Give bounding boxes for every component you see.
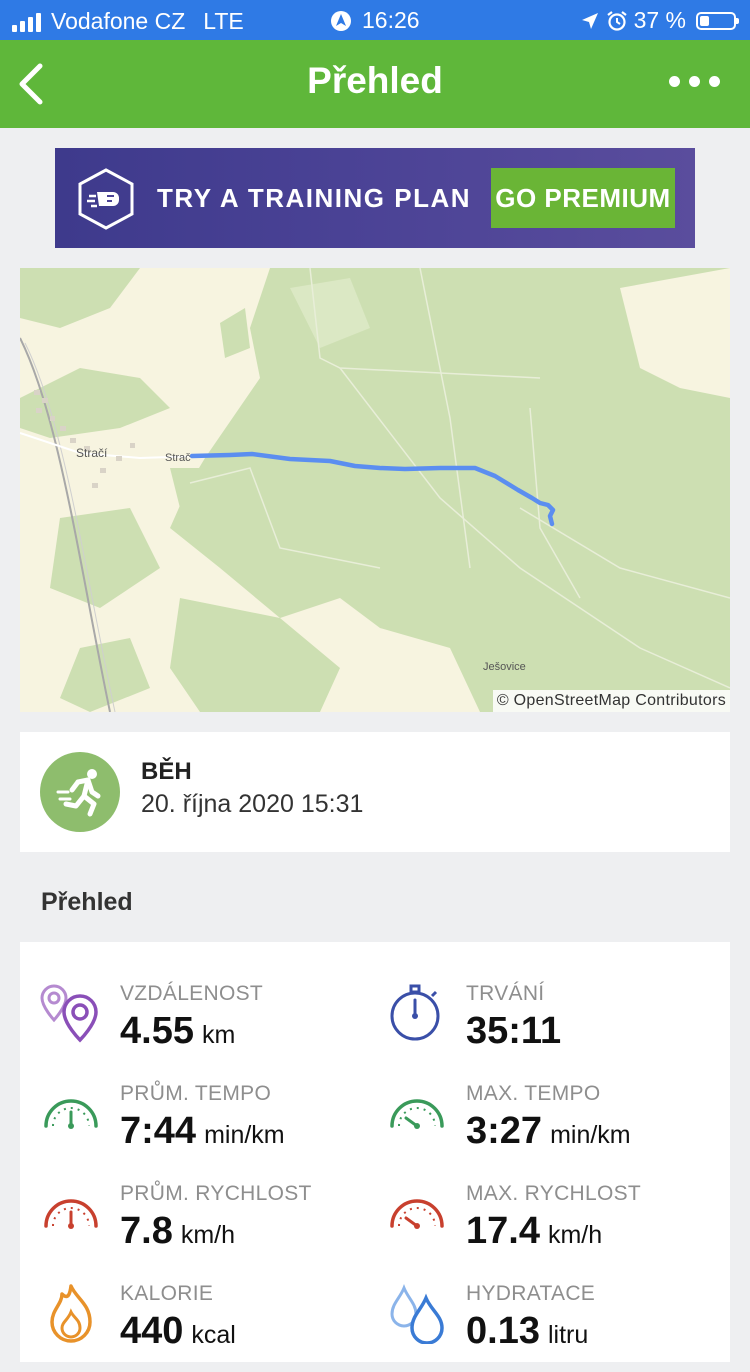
go-premium-button[interactable]: GO PREMIUM — [491, 168, 675, 228]
stopwatch-icon — [390, 984, 440, 1041]
flame-icon — [50, 1284, 92, 1343]
carrier-label: Vodafone CZ — [51, 8, 186, 34]
page-title: Přehled — [307, 60, 443, 101]
map-attribution[interactable]: © OpenStreetMap Contributors — [492, 690, 730, 712]
stat-unit: litru — [547, 1321, 589, 1349]
alarm-icon — [606, 10, 627, 31]
map-place-label: Ješovice — [483, 661, 526, 673]
network-label: LTE — [203, 8, 244, 34]
stat-label: MAX. TEMPO — [466, 1082, 601, 1105]
nav-bar: Přehled — [0, 40, 750, 128]
stat-label: MAX. RYCHLOST — [466, 1182, 642, 1205]
route-map[interactable]: Stračí Strač Ješovice © OpenStreetMap Co… — [20, 268, 730, 712]
activity-date: 20. října 2020 15:31 — [141, 790, 364, 818]
stat-unit: kcal — [191, 1321, 236, 1349]
stat-label: VZDÁLENOST — [120, 982, 264, 1005]
stat-label: KALORIE — [120, 1282, 214, 1305]
battery-icon — [696, 11, 739, 30]
gauge-icon — [390, 1099, 444, 1129]
stat-value: 35:11 — [466, 1010, 562, 1052]
stat-value: 17.4 — [466, 1210, 540, 1252]
activity-card: BĚH 20. října 2020 15:31 — [20, 732, 730, 852]
battery-percent: 37 % — [633, 7, 686, 33]
stat-unit: km/h — [180, 1221, 236, 1249]
map-place-label: Strač — [165, 452, 191, 464]
training-plan-icon — [78, 168, 134, 230]
stat-hydration: HYDRATACE 0.13 litru — [386, 1282, 716, 1372]
gauge-icon — [390, 1199, 444, 1229]
stat-label: PRŮM. RYCHLOST — [120, 1182, 312, 1205]
stat-label: PRŮM. TEMPO — [120, 1082, 272, 1105]
stat-unit: km/h — [547, 1221, 603, 1249]
activity-type-badge — [40, 752, 120, 832]
stat-avg-pace: PRŮM. TEMPO 7:44 min/km — [40, 1082, 370, 1172]
stat-unit: min/km — [550, 1121, 631, 1149]
stat-distance: VZDÁLENOST 4.55 km — [40, 982, 370, 1072]
navigation-app-icon — [331, 10, 351, 31]
map-place-label: Stračí — [76, 446, 108, 460]
location-pins-icon — [40, 984, 98, 1043]
section-title: Přehled — [41, 888, 133, 916]
stat-value: 7.8 — [120, 1210, 173, 1252]
stat-unit: min/km — [204, 1121, 285, 1149]
status-bar: Vodafone CZ LTE 16:26 37 % — [0, 0, 750, 40]
stat-value: 3:27 — [466, 1110, 543, 1152]
signal-icon — [12, 12, 41, 32]
gauge-icon — [44, 1099, 98, 1129]
stats-card: VZDÁLENOST 4.55 km TRVÁNÍ 35:11 PRŮM. TEM… — [20, 942, 730, 1362]
more-options-icon[interactable] — [669, 76, 720, 87]
stat-avg-speed: PRŮM. RYCHLOST 7.8 km/h — [40, 1182, 370, 1272]
stat-unit: km — [201, 1021, 236, 1049]
activity-type: BĚH — [141, 758, 192, 785]
stat-value: 7:44 — [120, 1110, 197, 1152]
clock: 16:26 — [362, 7, 420, 33]
stat-max-pace: MAX. TEMPO 3:27 min/km — [386, 1082, 716, 1172]
location-arrow-icon — [581, 12, 598, 29]
stat-label: HYDRATACE — [466, 1282, 596, 1305]
gauge-icon — [44, 1199, 98, 1229]
stat-value: 0.13 — [466, 1310, 540, 1352]
banner-text: TRY A TRAINING PLAN — [157, 183, 472, 213]
stat-duration: TRVÁNÍ 35:11 — [386, 982, 716, 1072]
stat-max-speed: MAX. RYCHLOST 17.4 km/h — [386, 1182, 716, 1272]
water-drops-icon — [390, 1283, 444, 1344]
stat-value: 4.55 — [120, 1010, 194, 1052]
stat-value: 440 — [120, 1310, 184, 1352]
stat-label: TRVÁNÍ — [466, 982, 545, 1005]
stat-calories: KALORIE 440 kcal — [40, 1282, 370, 1372]
premium-banner[interactable]: TRY A TRAINING PLAN GO PREMIUM — [55, 148, 695, 248]
running-icon — [56, 769, 101, 817]
map-canvas — [20, 268, 730, 712]
